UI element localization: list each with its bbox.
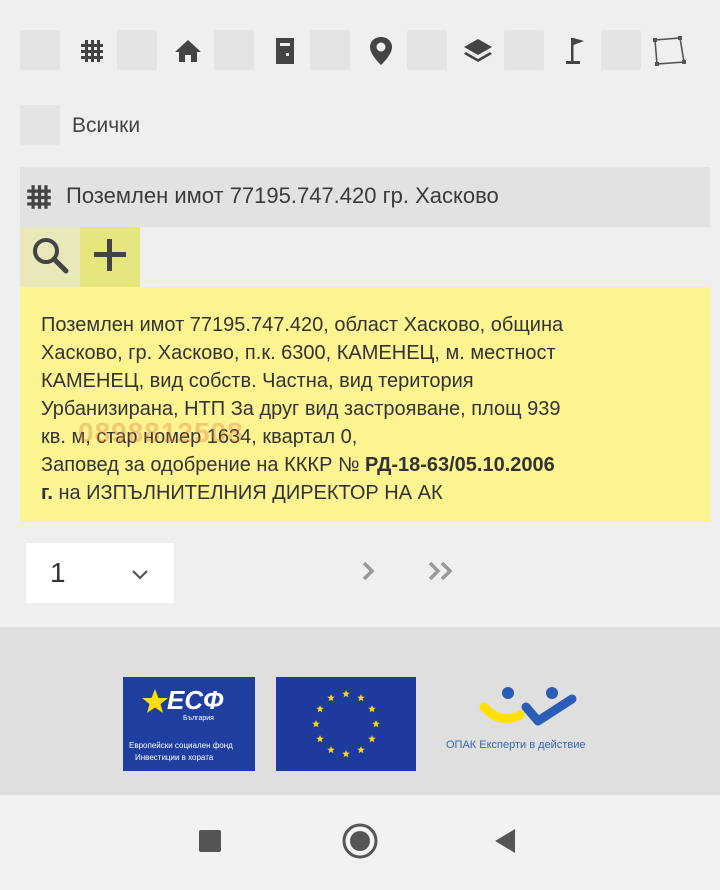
filter-bar <box>20 30 700 70</box>
eu-star <box>316 705 324 713</box>
result-tools <box>20 227 140 287</box>
back-button[interactable] <box>486 823 526 863</box>
map-pin-icon <box>364 34 398 68</box>
building-icon <box>268 34 302 68</box>
esf-country: България <box>183 715 214 722</box>
opak-text: ОПАК Експерти в действие <box>446 739 586 751</box>
magnifier-icon <box>29 234 71 281</box>
detail-line: г. на ИЗПЪЛНИТЕЛНИЯ ДИРЕКТОР НА АК <box>41 479 690 507</box>
back-triangle-icon <box>493 827 519 860</box>
filter-checkbox-points[interactable] <box>504 30 544 70</box>
star-icon <box>141 687 169 720</box>
eu-star <box>342 690 350 698</box>
filter-checkbox-addresses[interactable] <box>310 30 350 70</box>
detail-line: кв. м, стар номер 1634, квартал 0, <box>41 426 358 448</box>
result-header[interactable]: Поземлен имот 77195.747.420 гр. Хасково <box>20 167 710 227</box>
flag-icon <box>558 34 592 68</box>
eu-star <box>312 720 320 728</box>
order-issuer: на ИЗПЪЛНИТЕЛНИЯ ДИРЕКТОР НА АК <box>52 482 443 504</box>
layers-icon <box>461 34 495 68</box>
eu-star <box>368 705 376 713</box>
eu-star <box>372 720 380 728</box>
chevron-down-icon <box>130 567 150 586</box>
detail-line: Поземлен имот 77195.747.420, област Хаск… <box>41 314 564 336</box>
recent-apps-button[interactable] <box>190 823 230 863</box>
plus-icon <box>90 235 130 280</box>
next-page-button[interactable] <box>338 543 398 603</box>
android-nav-bar <box>0 795 720 890</box>
detail-line: Урбанизирана, НТП За друг вид застрояван… <box>41 398 561 420</box>
eu-flag-logo <box>276 677 416 771</box>
esf-logo: ЕСФ България Европейски социален фонд Ин… <box>123 677 255 771</box>
chevron-right-icon <box>359 560 377 587</box>
order-year-suffix: г. <box>41 482 53 504</box>
home-button[interactable] <box>340 823 380 863</box>
eu-star <box>357 745 365 754</box>
page-select[interactable]: 1 <box>26 543 174 603</box>
filter-checkbox-apartments[interactable] <box>214 30 254 70</box>
order-prefix: Заповед за одобрение на КККР № <box>41 454 365 476</box>
esf-logo-text: ЕСФ <box>167 685 224 715</box>
eu-star <box>368 735 376 743</box>
esf-line1: Европейски социален фонд <box>129 741 233 750</box>
circle-icon <box>341 822 379 865</box>
pagination: 1 <box>26 543 486 603</box>
result-title: Поземлен имот 77195.747.420 гр. Хасково <box>66 183 499 208</box>
esf-line2: Инвестиции в хората <box>135 753 214 762</box>
filter-checkbox-parcels[interactable] <box>20 30 60 70</box>
eu-star <box>342 750 350 758</box>
opak-figures-icon <box>479 687 577 726</box>
footer: ЕСФ България Европейски социален фонд Ин… <box>0 627 720 795</box>
result-detail: Поземлен имот 77195.747.420, област Хаск… <box>20 287 710 522</box>
double-chevron-right-icon <box>426 560 458 587</box>
grid-icon <box>24 182 54 217</box>
all-filter-checkbox[interactable] <box>20 105 60 145</box>
detail-line: Заповед за одобрение на КККР № РД-18-63/… <box>41 451 690 479</box>
last-page-button[interactable] <box>412 543 472 603</box>
eu-star <box>327 694 335 702</box>
square-icon <box>198 829 222 858</box>
eu-stars-icon <box>312 690 380 758</box>
current-page: 1 <box>50 557 66 588</box>
all-filter-row: Всички <box>20 105 320 145</box>
filter-checkbox-layers[interactable] <box>407 30 447 70</box>
home-icon <box>171 34 205 68</box>
grid-icon <box>75 34 109 68</box>
filter-checkbox-regions[interactable] <box>601 30 641 70</box>
order-number: РД-18-63/05.10.2006 <box>364 454 555 476</box>
filter-checkbox-buildings[interactable] <box>117 30 157 70</box>
polygon-icon <box>649 34 689 68</box>
eu-star <box>316 735 324 743</box>
zoom-to-button[interactable] <box>20 227 80 287</box>
opak-logo: ОПАК Експерти в действие <box>440 677 615 771</box>
add-button[interactable] <box>80 227 140 287</box>
detail-line: Хасково, гр. Хасково, п.к. 6300, КАМЕНЕЦ… <box>41 342 556 364</box>
all-filter-label: Всички <box>72 114 141 137</box>
detail-line: КАМЕНЕЦ, вид собств. Частна, вид територ… <box>41 370 474 392</box>
eu-star <box>357 694 365 702</box>
eu-star <box>327 745 335 754</box>
